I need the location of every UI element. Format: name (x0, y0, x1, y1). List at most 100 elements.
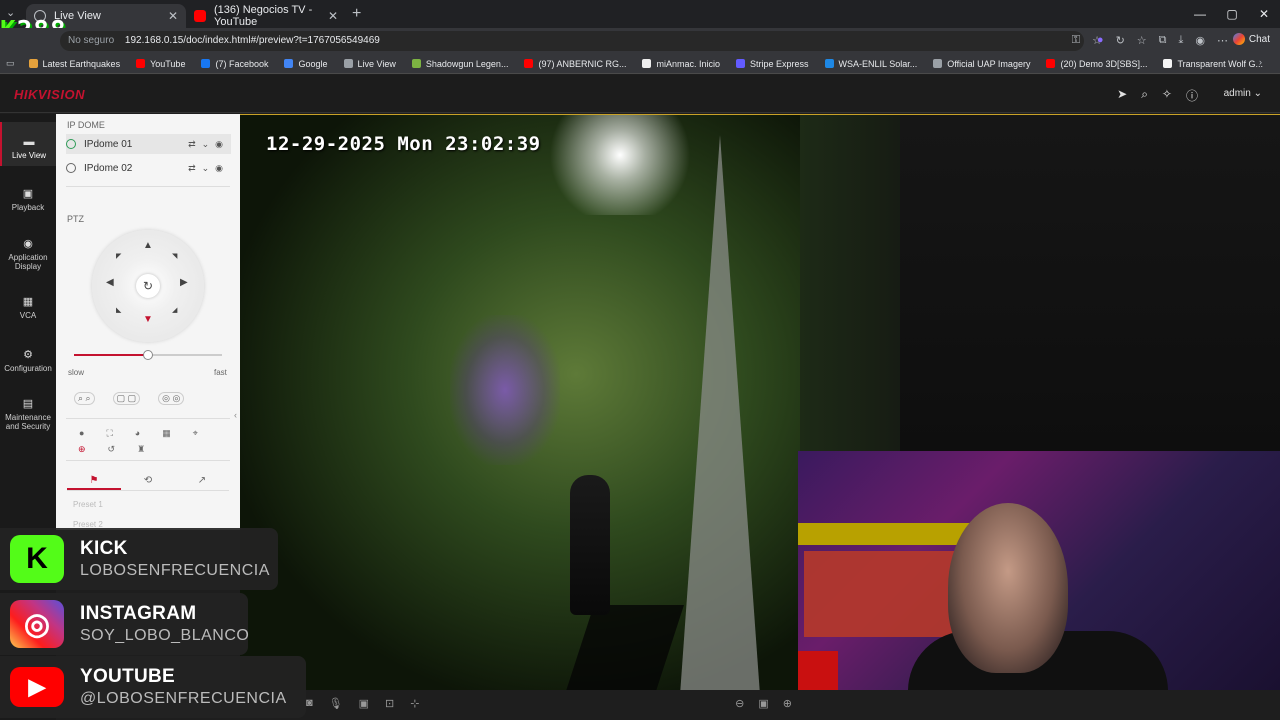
fullscreen-icon[interactable]: ⛶ (106, 428, 112, 439)
arrow-upright-icon[interactable]: ◥ (172, 252, 177, 260)
chevron-right-icon[interactable]: › (1259, 57, 1262, 67)
favorites-icon[interactable]: ☆ (1137, 34, 1147, 47)
downloads-icon[interactable]: ⤓ (1179, 34, 1184, 47)
sidebar-toggle-icon[interactable]: ▭ (6, 58, 15, 69)
microphone-icon[interactable]: 🎙 (329, 697, 343, 710)
nav-maintenance-security[interactable]: ▤ Maintenance and Security (0, 398, 56, 432)
close-window-icon[interactable]: ✕ (1248, 0, 1280, 28)
nav-application-display[interactable]: ◉ Application Display (0, 239, 56, 272)
live-video[interactable]: 12-29-2025 Mon 23:02:39 (240, 114, 1280, 690)
camera-controls-icon[interactable]: ⇄⌄◉ (188, 163, 229, 174)
tab-preset-icon[interactable]: ⚑ (67, 471, 121, 490)
bookmark-item[interactable]: miAnmac. Inicio (642, 59, 720, 69)
region-zoom-icon[interactable]: ⊡ (385, 697, 394, 710)
security-label[interactable]: No seguro (68, 35, 114, 46)
bookmark-item[interactable]: Shadowgun Legen... (411, 59, 508, 69)
bookmark-item[interactable]: Transparent Wolf G... (1163, 59, 1263, 69)
close-tab-icon[interactable]: ✕ (168, 9, 178, 23)
collections-icon[interactable]: ⧉ (1159, 34, 1167, 47)
next-icon[interactable]: ⊕ (783, 697, 792, 710)
speed-knob[interactable] (143, 350, 153, 360)
tab-pattern-icon[interactable]: ↗ (175, 471, 229, 490)
overlay-platform: KICK (80, 538, 128, 559)
bookmark-item[interactable]: Latest Earthquakes (28, 59, 120, 69)
camera-item[interactable]: IPdome 01 ⇄⌄◉ (66, 134, 231, 154)
arrow-down-icon[interactable]: ▼ (143, 314, 153, 325)
close-tab-icon[interactable]: ✕ (328, 9, 338, 23)
bookmark-item[interactable]: YouTube (136, 59, 185, 69)
arrow-downright-icon[interactable]: ◢ (172, 306, 177, 314)
new-tab-button[interactable]: + (352, 5, 361, 23)
bookmark-item[interactable]: (7) Facebook (201, 59, 268, 69)
bookmark-item[interactable]: (20) Demo 3D[SBS]... (1046, 59, 1147, 69)
bookmark-item[interactable]: Google (284, 59, 328, 69)
arrow-up-icon[interactable]: ▲ (143, 240, 153, 251)
bookmark-item[interactable]: WSA-ENLIL Solar... (824, 59, 917, 69)
grid-icon[interactable]: ▦ (162, 428, 171, 439)
ptz-speed-slider[interactable] (74, 350, 222, 360)
camera-controls-icon[interactable]: ⇄⌄◉ (188, 139, 229, 150)
bookmark-item[interactable]: (97) ANBERNIC RG... (524, 59, 626, 69)
collapse-panel-icon[interactable]: ‹ (234, 410, 237, 420)
bookmark-favicon-icon (524, 59, 534, 68)
bookmark-favicon-icon (343, 59, 353, 68)
previous-icon[interactable]: ⊖ (735, 697, 744, 710)
key-icon[interactable]: ⚿ (1072, 34, 1080, 47)
iris-icon[interactable]: ◎ ◎ (158, 392, 185, 405)
wiper-icon[interactable]: ◕ (135, 428, 140, 439)
info-icon[interactable]: ⓘ (1186, 87, 1198, 104)
ptz-joystick[interactable]: ▲ ▼ ◀ ▶ ◤ ◥ ◣ ◢ ↻ (92, 230, 204, 342)
overlay-platform: YOUTUBE (80, 666, 175, 687)
arrow-downleft-icon[interactable]: ◣ (116, 306, 121, 314)
focus-region-icon[interactable]: ⊹ (410, 697, 419, 710)
arrow-right-icon[interactable]: ▶ (180, 277, 188, 288)
kick-logo-icon: K (10, 535, 64, 583)
arrow-upleft-icon[interactable]: ◤ (116, 252, 121, 260)
scene-path (680, 135, 760, 690)
tab-youtube[interactable]: (136) Negocios TV - YouTube ✕ (186, 4, 346, 28)
nav-playback[interactable]: ▣ Playback (0, 188, 56, 213)
tab-title: (136) Negocios TV - YouTube (214, 4, 313, 28)
extension-icon[interactable]: ● (1097, 34, 1104, 47)
focus-icon[interactable]: ▢ ▢ (112, 392, 141, 405)
capture-icon[interactable]: ◙ (306, 697, 313, 710)
chat-button[interactable]: Chat (1232, 33, 1270, 45)
record-icon[interactable]: ▣ (359, 697, 369, 710)
menu-icon[interactable]: ⋯ (1217, 34, 1228, 47)
address-bar-row: No seguro 192.168.0.15/doc/index.html#/p… (0, 28, 1280, 54)
wizard-icon[interactable]: ✧ (1162, 87, 1172, 104)
maintenance-icon: ▤ (22, 398, 34, 410)
scene-lamp (540, 115, 700, 215)
bookmark-item[interactable]: Official UAP Imagery (933, 59, 1030, 69)
light-icon[interactable]: ● (79, 428, 84, 439)
bookmark-item[interactable]: Stripe Express (736, 59, 809, 69)
playback-icon: ▣ (22, 188, 34, 200)
preset-tabs: ⚑ ⟲ ↗ (67, 471, 229, 491)
manual-track-icon[interactable]: ♜ (137, 444, 145, 455)
send-icon[interactable]: ➤ (1117, 87, 1127, 104)
nav-live-view[interactable]: ▬ Live View (0, 122, 56, 166)
divider (66, 460, 230, 461)
zoom-3d-icon[interactable]: ⊕ (78, 444, 86, 455)
divider (66, 186, 230, 187)
refresh-icon[interactable]: ↻ (1116, 34, 1125, 47)
zoom-out-icon[interactable]: ⌕ ⌕ (74, 392, 95, 405)
reset-icon[interactable]: ↺ (108, 444, 116, 455)
window-controls: — ▢ ✕ (1184, 0, 1280, 28)
profile-avatar-icon[interactable]: ◉ (1195, 34, 1205, 47)
maximize-icon[interactable]: ▢ (1216, 0, 1248, 28)
auto-pan-icon[interactable]: ↻ (136, 274, 160, 298)
nav-configuration[interactable]: ⚙ Configuration (0, 350, 56, 374)
preset-item[interactable]: Preset 1 (73, 500, 103, 509)
nav-vca[interactable]: ▦ VCA (0, 297, 56, 321)
bookmark-item[interactable]: Live View (343, 59, 396, 69)
minimize-icon[interactable]: — (1184, 0, 1216, 28)
url-field[interactable]: No seguro 192.168.0.15/doc/index.html#/p… (60, 31, 1084, 51)
tab-patrol-icon[interactable]: ⟲ (121, 471, 175, 490)
track-icon[interactable]: ⌖ (193, 428, 198, 439)
search-icon[interactable]: ⌕ (1141, 87, 1148, 104)
arrow-left-icon[interactable]: ◀ (106, 277, 114, 288)
user-menu[interactable]: admin ⌄ (1224, 88, 1262, 99)
window-layout-icon[interactable]: ▣ (758, 697, 768, 710)
camera-item[interactable]: IPdome 02 ⇄⌄◉ (66, 158, 231, 178)
